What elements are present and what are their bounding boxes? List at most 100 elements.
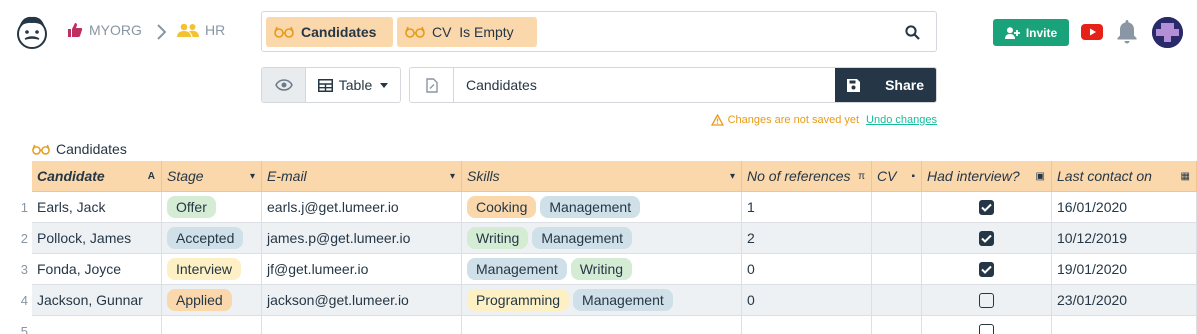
checkbox-unchecked-icon[interactable] xyxy=(979,323,994,334)
search-icon[interactable] xyxy=(905,25,920,40)
cell-value: jackson@get.lumeer.io xyxy=(267,292,409,308)
cell-skills[interactable]: Cooking Management xyxy=(462,192,742,223)
cell-stage[interactable]: Offer xyxy=(162,192,262,223)
thumbs-up-icon xyxy=(68,23,83,37)
visibility-toggle-button[interactable] xyxy=(262,68,306,102)
cell-skills[interactable]: Management Writing xyxy=(462,254,742,285)
cell-interview[interactable] xyxy=(922,254,1052,285)
cell-cv[interactable] xyxy=(872,254,922,285)
cell-candidate[interactable]: Fonda, Joyce xyxy=(32,254,162,285)
column-header-skills[interactable]: Skills ▾ xyxy=(462,161,742,192)
cell-last-contact[interactable]: 16/01/2020 xyxy=(1052,192,1197,223)
view-settings-button[interactable] xyxy=(410,68,454,102)
column-header-label: Last contact on xyxy=(1057,168,1152,184)
table-icon xyxy=(317,78,333,92)
cell-interview[interactable] xyxy=(922,316,1052,334)
app-logo-icon[interactable] xyxy=(14,14,50,50)
cell-cv[interactable] xyxy=(872,316,922,334)
cell-refs[interactable]: 2 xyxy=(742,223,872,254)
cell-cv[interactable] xyxy=(872,223,922,254)
checkbox-unchecked-icon[interactable] xyxy=(979,292,994,308)
cell-interview[interactable] xyxy=(922,223,1052,254)
checkbox-icon: ▣ xyxy=(1035,170,1045,182)
column-header-candidate[interactable]: Candidate A xyxy=(32,161,162,192)
query-chip-label: CV Is Empty xyxy=(432,24,514,40)
cell-last-contact[interactable]: 23/01/2020 xyxy=(1052,285,1197,316)
save-icon xyxy=(847,78,860,92)
cell-skills[interactable]: Writing Management xyxy=(462,223,742,254)
invite-label: Invite xyxy=(1025,25,1058,40)
breadcrumb-project[interactable]: HR xyxy=(177,22,225,38)
youtube-icon[interactable] xyxy=(1081,24,1103,40)
cell-stage[interactable]: Interview xyxy=(162,254,262,285)
column-header-label: CV xyxy=(877,168,897,184)
cell-refs[interactable]: 1 xyxy=(742,192,872,223)
table-row: 1 Earls, Jack Offer earls.j@get.lumeer.io Co… xyxy=(0,192,1197,223)
checkbox-checked-icon[interactable] xyxy=(979,261,994,277)
cell-candidate[interactable]: Pollock, James xyxy=(32,223,162,254)
cell-candidate[interactable]: Earls, Jack xyxy=(32,192,162,223)
table-row: 3 Fonda, Joyce Interview jf@get.lumeer.io Ma… xyxy=(0,254,1197,285)
breadcrumb-org[interactable]: MYORG xyxy=(67,22,142,38)
chevron-right-icon xyxy=(157,24,166,40)
cell-value: 1 xyxy=(747,199,755,215)
column-header-label: Candidate xyxy=(37,168,105,184)
query-chip-filter[interactable]: CV Is Empty xyxy=(397,17,537,47)
cell-cv[interactable] xyxy=(872,285,922,316)
invite-button[interactable]: Invite xyxy=(993,19,1069,46)
user-avatar[interactable] xyxy=(1152,17,1183,48)
table-header-row: Candidate A Stage ▾ E-mail ▾ Skills ▾ No of refe… xyxy=(0,161,1197,192)
cell-cv[interactable] xyxy=(872,192,922,223)
column-header-stage[interactable]: Stage ▾ xyxy=(162,161,262,192)
cell-email[interactable]: jf@get.lumeer.io xyxy=(262,254,462,285)
cell-skills[interactable] xyxy=(462,316,742,334)
cell-email[interactable] xyxy=(262,316,462,334)
checkbox-checked-icon[interactable] xyxy=(979,230,994,246)
skill-tag: Writing xyxy=(570,258,633,280)
column-header-label: E-mail xyxy=(267,168,307,184)
cell-last-contact[interactable] xyxy=(1052,316,1197,334)
cell-skills[interactable]: Programming Management xyxy=(462,285,742,316)
save-share-button[interactable]: Share xyxy=(835,68,936,102)
calendar-icon: ▦ xyxy=(1180,170,1190,182)
cell-refs[interactable]: 0 xyxy=(742,254,872,285)
breadcrumb-org-label: MYORG xyxy=(89,22,142,38)
undo-changes-link[interactable]: Undo changes xyxy=(866,114,937,126)
cell-stage[interactable]: Accepted xyxy=(162,223,262,254)
column-header-cv[interactable]: CV ▪ xyxy=(872,161,922,192)
cell-email[interactable]: james.p@get.lumeer.io xyxy=(262,223,462,254)
cell-interview[interactable] xyxy=(922,192,1052,223)
cell-email[interactable]: jackson@get.lumeer.io xyxy=(262,285,462,316)
cell-email[interactable]: earls.j@get.lumeer.io xyxy=(262,192,462,223)
cell-candidate[interactable]: Jackson, Gunnar xyxy=(32,285,162,316)
cell-value: earls.j@get.lumeer.io xyxy=(267,199,399,215)
cell-stage[interactable] xyxy=(162,316,262,334)
column-header-no-of-references[interactable]: No of references π xyxy=(742,161,872,192)
cell-value: 16/01/2020 xyxy=(1057,199,1128,215)
cell-last-contact[interactable]: 10/12/2019 xyxy=(1052,223,1197,254)
cell-value: 2 xyxy=(747,230,755,246)
cell-refs[interactable] xyxy=(742,316,872,334)
column-header-last-contact-on[interactable]: Last contact on ▦ xyxy=(1052,161,1197,192)
search-query-box[interactable]: Candidates CV Is Empty xyxy=(261,11,937,52)
cell-last-contact[interactable]: 19/01/2020 xyxy=(1052,254,1197,285)
checkbox-checked-icon[interactable] xyxy=(979,199,994,215)
skill-tag: Programming xyxy=(467,289,570,311)
view-name-input[interactable] xyxy=(454,68,835,102)
view-type-dropdown[interactable]: Table xyxy=(306,68,400,102)
column-header-e-mail[interactable]: E-mail ▾ xyxy=(262,161,462,192)
stage-tag: Offer xyxy=(167,196,216,218)
skill-tag: Management xyxy=(467,258,567,280)
caret-down-icon xyxy=(380,82,389,88)
bell-icon[interactable] xyxy=(1116,19,1138,44)
unsaved-text: Changes are not saved yet xyxy=(727,114,860,126)
query-chip-collection[interactable]: Candidates xyxy=(266,17,393,47)
stage-tag: Applied xyxy=(167,289,232,311)
cell-refs[interactable]: 0 xyxy=(742,285,872,316)
skill-tag: Management xyxy=(532,227,633,249)
cell-stage[interactable]: Applied xyxy=(162,285,262,316)
cell-candidate[interactable] xyxy=(32,316,162,334)
column-header-had-interview[interactable]: Had interview? ▣ xyxy=(922,161,1052,192)
view-type-label: Table xyxy=(338,77,373,93)
cell-interview[interactable] xyxy=(922,285,1052,316)
